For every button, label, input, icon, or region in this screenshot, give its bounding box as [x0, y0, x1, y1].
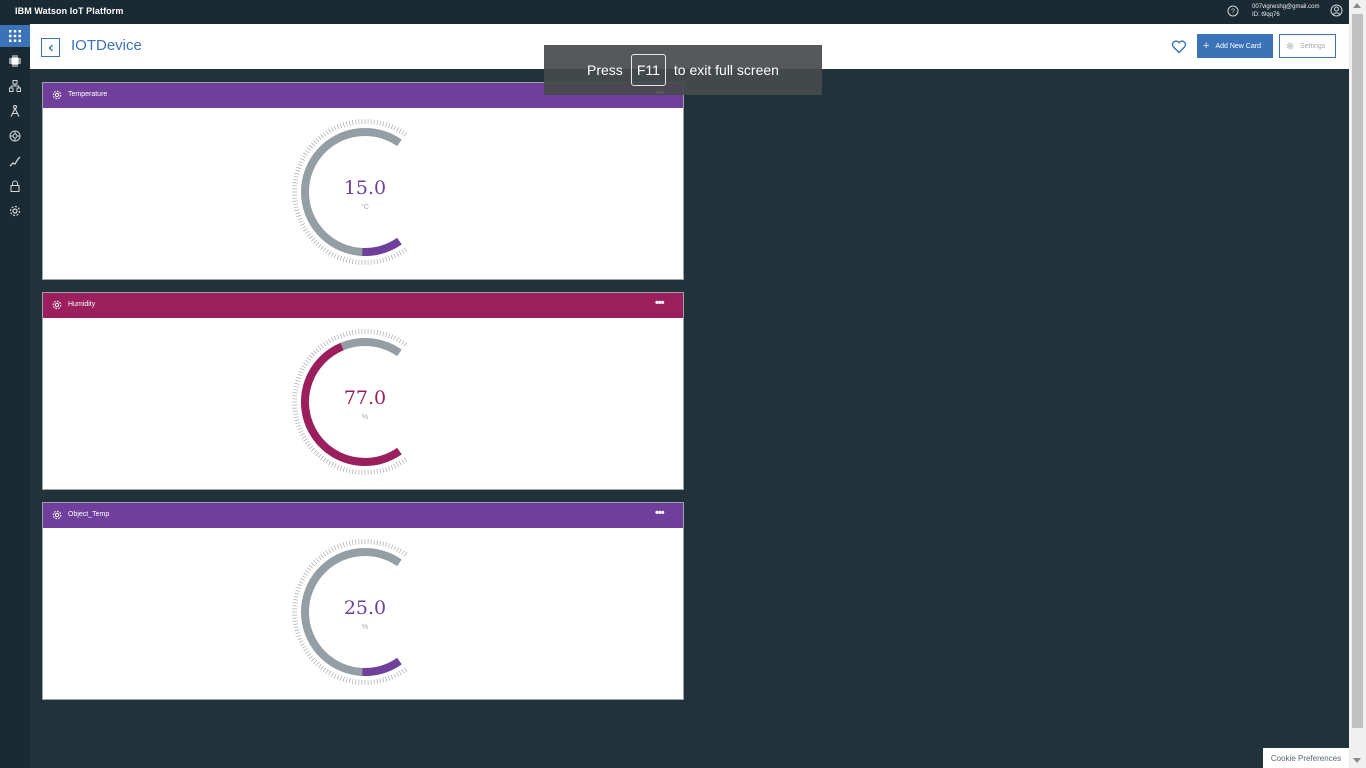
gauge-value: 15.0 — [343, 177, 387, 199]
svg-text:?: ? — [1231, 9, 1235, 16]
page-title: IOTDevice — [71, 37, 142, 54]
user-email: 007vigneshg@gmail.com — [1252, 4, 1320, 10]
sidebar — [0, 24, 30, 768]
scroll-down-arrow-icon[interactable] — [1353, 758, 1361, 763]
sidebar-item-apps[interactable] — [0, 100, 30, 122]
card-title: Object_Temp — [68, 511, 110, 518]
user-info[interactable]: 007vigneshg@gmail.com ID: t9qq76 — [1252, 3, 1319, 19]
gauge-value: 77.0 — [343, 387, 387, 409]
gauge-card-object-temp: Object_Temp ••• 25.0 % — [42, 502, 684, 700]
brand-title[interactable]: IBM Watson IoT Platform — [15, 6, 123, 16]
card-header: Humidity ••• — [43, 293, 683, 318]
sidebar-item-rules[interactable] — [0, 150, 30, 172]
settings-gear-icon — [9, 205, 21, 217]
gauge-unit: % — [361, 624, 369, 631]
more-options-icon[interactable]: ••• — [655, 297, 665, 309]
gauge-unit: °C — [361, 204, 369, 211]
card-title: Temperature — [68, 91, 108, 98]
heart-icon[interactable] — [1171, 39, 1187, 54]
gauge-card-humidity: Humidity ••• 77.0 % — [42, 292, 684, 490]
apps-icon — [10, 105, 20, 117]
sidebar-item-members[interactable] — [0, 75, 30, 97]
card-settings-gear-icon[interactable] — [52, 90, 62, 100]
card-title: Humidity — [68, 301, 96, 308]
chevron-left-icon — [48, 44, 53, 51]
members-icon — [9, 80, 21, 92]
rules-icon — [9, 156, 21, 167]
back-button[interactable] — [41, 38, 60, 57]
top-bar: IBM Watson IoT Platform ? 007vigneshg@gm… — [0, 0, 1349, 24]
settings-label: Settings — [1300, 42, 1326, 50]
card-settings-gear-icon[interactable] — [52, 300, 62, 310]
toast-key: F11 — [630, 54, 666, 86]
card-settings-gear-icon[interactable] — [52, 510, 62, 520]
org-id: ID: t9qq76 — [1252, 12, 1280, 18]
gauge-unit: % — [361, 414, 369, 421]
gauge-card-temperature: Temperature ••• 15.0 °C — [42, 82, 684, 280]
security-lock-icon — [10, 180, 20, 192]
profile-icon[interactable] — [1330, 4, 1343, 17]
sidebar-item-settings[interactable] — [0, 200, 30, 222]
scroll-up-arrow-icon[interactable] — [1353, 3, 1361, 8]
gauge-value: 25.0 — [343, 597, 387, 619]
add-new-card-button[interactable]: + Add New Card — [1197, 34, 1273, 58]
apps-grid-icon — [9, 30, 21, 42]
page-scrollbar[interactable] — [1349, 0, 1366, 768]
sidebar-item-security[interactable] — [0, 175, 30, 197]
settings-button[interactable]: Settings — [1279, 34, 1336, 58]
gear-icon — [1286, 42, 1294, 50]
toast-prefix: Press — [587, 62, 623, 78]
cookie-preferences-button[interactable]: Cookie Preferences — [1263, 748, 1349, 768]
sidebar-item-apps-grid[interactable] — [0, 25, 30, 47]
sidebar-item-devices[interactable] — [0, 50, 30, 72]
fullscreen-toast: Press F11 to exit full screen — [544, 45, 822, 95]
card-header: Object_Temp ••• — [43, 503, 683, 528]
toast-suffix: to exit full screen — [673, 62, 779, 78]
devices-chip-icon — [9, 55, 21, 67]
extensions-icon — [9, 130, 21, 142]
help-icon[interactable]: ? — [1227, 5, 1239, 17]
sidebar-item-extensions[interactable] — [0, 125, 30, 147]
add-new-card-label: Add New Card — [1215, 42, 1261, 50]
scroll-thumb[interactable] — [1352, 14, 1363, 728]
more-options-icon[interactable]: ••• — [655, 507, 665, 519]
plus-icon: + — [1203, 40, 1210, 52]
